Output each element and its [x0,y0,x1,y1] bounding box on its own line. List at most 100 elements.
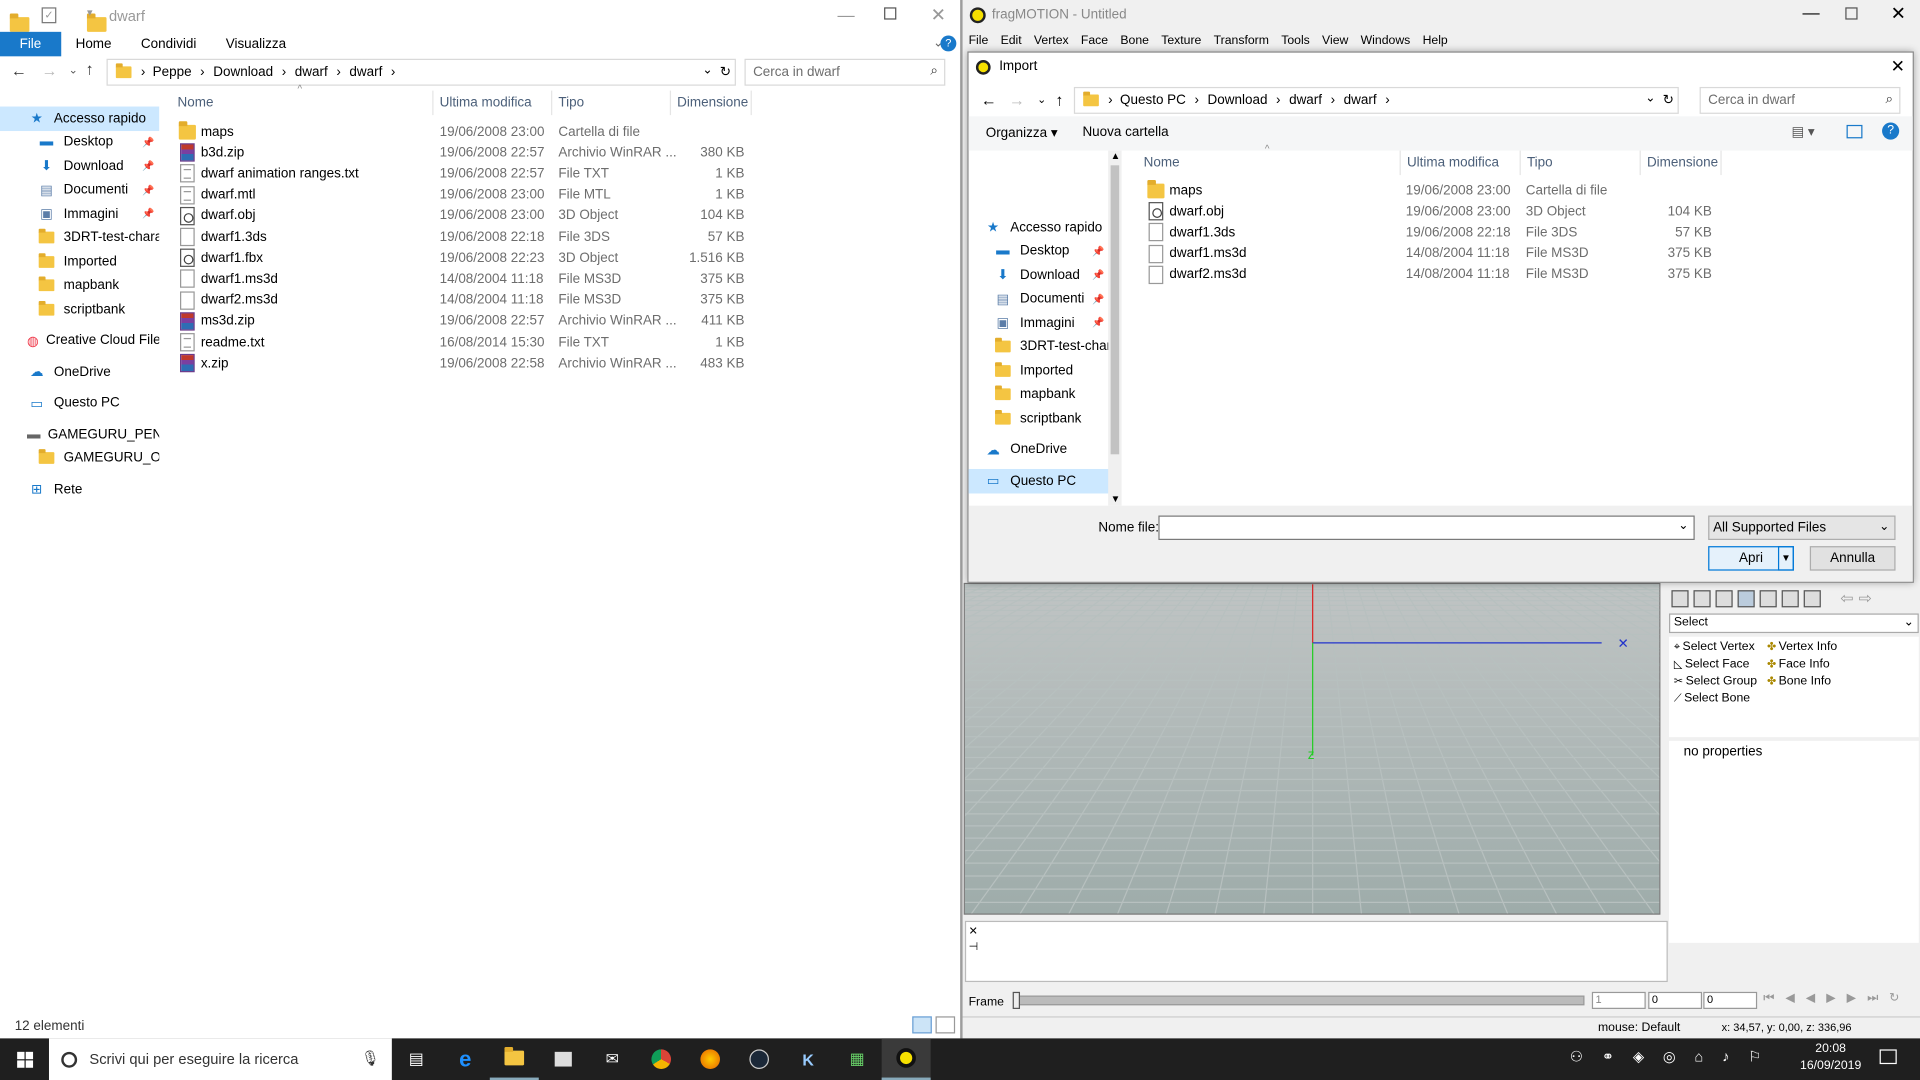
file-row[interactable]: maps 19/06/2008 23:00 Cartella di file [1147,179,1711,201]
menu-transform[interactable]: Transform [1207,32,1275,50]
file-row[interactable]: ms3d.zip 19/06/2008 22:57 Archivio WinRAR … [179,311,745,332]
nav-item[interactable]: ☁ OneDrive [0,360,159,384]
mail-icon[interactable]: ✉ [588,1038,637,1080]
menu-windows[interactable]: Windows [1355,32,1417,50]
search-input[interactable]: Cerca in dwarf ⌕ [1699,86,1901,114]
refresh-icon[interactable]: ↻ [1663,92,1674,108]
recent-chevron-icon[interactable]: ⌄ [1037,93,1046,106]
menu-face[interactable]: Face [1075,32,1114,50]
nav-item[interactable]: ▬ Desktop 📌 [969,239,1110,263]
file-row[interactable]: dwarf1.3ds 19/06/2008 22:18 File 3DS 57 KB [1147,222,1712,243]
frame-start-field[interactable]: 1 [1591,991,1646,1009]
refresh-icon[interactable]: ↻ [720,64,731,80]
nav-item[interactable]: ▤ Documenti 📌 [969,287,1110,311]
nav-item[interactable]: mapbank [0,274,159,298]
customize-toolbar-icon[interactable]: ▾ [87,6,93,19]
nav-item[interactable]: ▣ Immagini 📌 [0,202,159,226]
frame-slider[interactable] [1012,991,1585,1009]
maximize-icon[interactable] [884,7,897,20]
column-size[interactable]: Dimensione [1641,150,1722,176]
close-icon[interactable]: ✕ [1891,56,1905,77]
edge-icon[interactable]: e [441,1038,490,1080]
organize-button[interactable]: Organizza ▾ [986,125,1058,141]
file-row[interactable]: maps 19/06/2008 23:00 Cartella di file [178,120,745,142]
back-arrow-icon[interactable]: ← [11,61,27,79]
file-row[interactable]: dwarf1.3ds 19/06/2008 22:18 File 3DS 57 KB [179,227,745,248]
nav-item[interactable]: mapbank [969,383,1110,407]
task-view-icon[interactable]: ▤ [392,1038,441,1080]
menu-texture[interactable]: Texture [1155,32,1207,50]
chevron-down-icon[interactable]: ⌄ [702,64,712,77]
close-icon[interactable]: ✕ [1891,2,1906,25]
tool-icon[interactable] [1781,590,1799,608]
column-date[interactable]: Ultima modifica [1401,150,1521,176]
large-icons-view-icon[interactable] [935,1016,956,1034]
tool-icon[interactable] [1715,590,1733,608]
chevron-down-icon[interactable]: ⌄ [1678,519,1688,532]
back-arrow-icon[interactable]: ⇦ [1840,589,1853,609]
help-icon[interactable]: ? [940,35,957,52]
tab-file[interactable]: File [0,31,61,57]
file-row[interactable]: dwarf.obj 19/06/2008 23:00 3D Object 104 KB [1147,201,1712,222]
close-icon[interactable]: ✕ [969,924,978,937]
select-bone-tool[interactable]: ⟋ Select Bone [1674,692,1750,705]
pin-icon[interactable]: 📌 [142,137,154,148]
face-info-tool[interactable]: ✤ Face Info [1767,658,1830,671]
nav-item[interactable]: Imported [969,359,1110,383]
minimize-icon[interactable]: — [1802,2,1819,22]
menu-vertex[interactable]: Vertex [1028,32,1075,50]
breadcrumb-item[interactable]: dwarf [295,65,328,80]
notifications-icon[interactable] [1879,1049,1897,1065]
clock[interactable]: 20:08 16/09/2019 [1800,1041,1861,1075]
minimize-icon[interactable]: — [838,5,855,25]
chevron-down-icon[interactable]: ⌄ [1645,92,1655,105]
3d-viewport[interactable]: ✕ z [963,582,1661,915]
nav-item[interactable]: Imported [0,250,159,274]
file-row[interactable]: x.zip 19/06/2008 22:58 Archivio WinRAR ...… [179,353,745,374]
select-group-tool[interactable]: ✂ Select Group [1674,675,1757,688]
file-row[interactable]: dwarf2.ms3d 14/08/2004 11:18 File MS3D 375 … [1147,264,1712,285]
select-dropdown[interactable]: Select ⌄ [1668,613,1919,634]
nav-item[interactable]: ⊞ Rete [0,478,159,502]
pin-icon[interactable]: 📌 [1092,246,1104,257]
file-row[interactable]: dwarf1.ms3d 14/08/2004 11:18 File MS3D 375 … [179,269,745,290]
address-bar[interactable]: › Questo PC › Download › dwarf › dwarf › ⌄ ↻ [1073,86,1679,114]
file-row[interactable]: dwarf.obj 19/06/2008 23:00 3D Object 104 KB [179,205,745,226]
nav-item[interactable]: ▣ Immagini 📌 [969,311,1110,335]
back-arrow-icon[interactable]: ← [981,91,997,109]
tab-share[interactable]: Condividi [126,32,211,56]
breadcrumb-item[interactable]: Peppe [153,65,192,80]
column-date[interactable]: Ultima modifica [433,90,553,116]
file-row[interactable]: dwarf animation ranges.txt 19/06/2008 22:… [179,163,745,184]
up-arrow-icon[interactable]: ↑ [1056,91,1064,109]
breadcrumb-item[interactable]: Download [213,65,273,80]
nav-item[interactable]: ⬇ Download 📌 [969,263,1110,287]
menu-help[interactable]: Help [1416,32,1453,50]
nav-item[interactable]: ▤ Documenti 📌 [0,178,159,202]
breadcrumb-item[interactable]: Download [1208,93,1268,108]
nav-item[interactable]: GAMEGURU_OLD [0,446,159,470]
nav-scrollbar[interactable]: ▲ ▼ [1108,150,1122,506]
breadcrumb-item[interactable]: Questo PC [1120,93,1186,108]
microphone-icon[interactable]: 🎙 [361,1049,380,1066]
frame-end-field[interactable]: 0 [1703,991,1758,1009]
vertex-info-tool[interactable]: ✤ Vertex Info [1767,640,1837,653]
pin-icon[interactable]: 📌 [1092,270,1104,281]
slider-thumb[interactable] [1012,991,1021,1009]
start-button[interactable] [0,1038,49,1080]
cancel-button[interactable]: Annulla [1809,546,1896,571]
file-row[interactable]: readme.txt 16/08/2014 15:30 File TXT 1 KB [179,332,745,353]
nav-item[interactable]: ▭ Questo PC [0,391,159,415]
pin-icon[interactable]: ⊣ [969,940,979,953]
file-row[interactable]: dwarf2.ms3d 14/08/2004 11:18 File MS3D 375 … [179,290,745,311]
system-tray-icons[interactable]: ⚇ ⚭ ◈ ◎ ⌂ ♪ ⚐ [1570,1048,1769,1065]
maximize-icon[interactable] [1845,7,1858,20]
menu-edit[interactable]: Edit [994,32,1027,50]
nav-item[interactable]: 3DRT-test-characte [0,226,159,250]
taskbar-search-input[interactable]: Scrivi qui per eseguire la ricerca 🎙 [48,1038,392,1080]
file-row[interactable]: b3d.zip 19/06/2008 22:57 Archivio WinRAR .… [179,142,745,163]
preview-pane-icon[interactable] [1846,124,1863,139]
fragmotion-taskbar-icon[interactable] [881,1038,931,1080]
nav-item[interactable]: 3DRT-test-chara [969,335,1109,359]
open-button[interactable]: Apri ▼ [1708,546,1794,571]
